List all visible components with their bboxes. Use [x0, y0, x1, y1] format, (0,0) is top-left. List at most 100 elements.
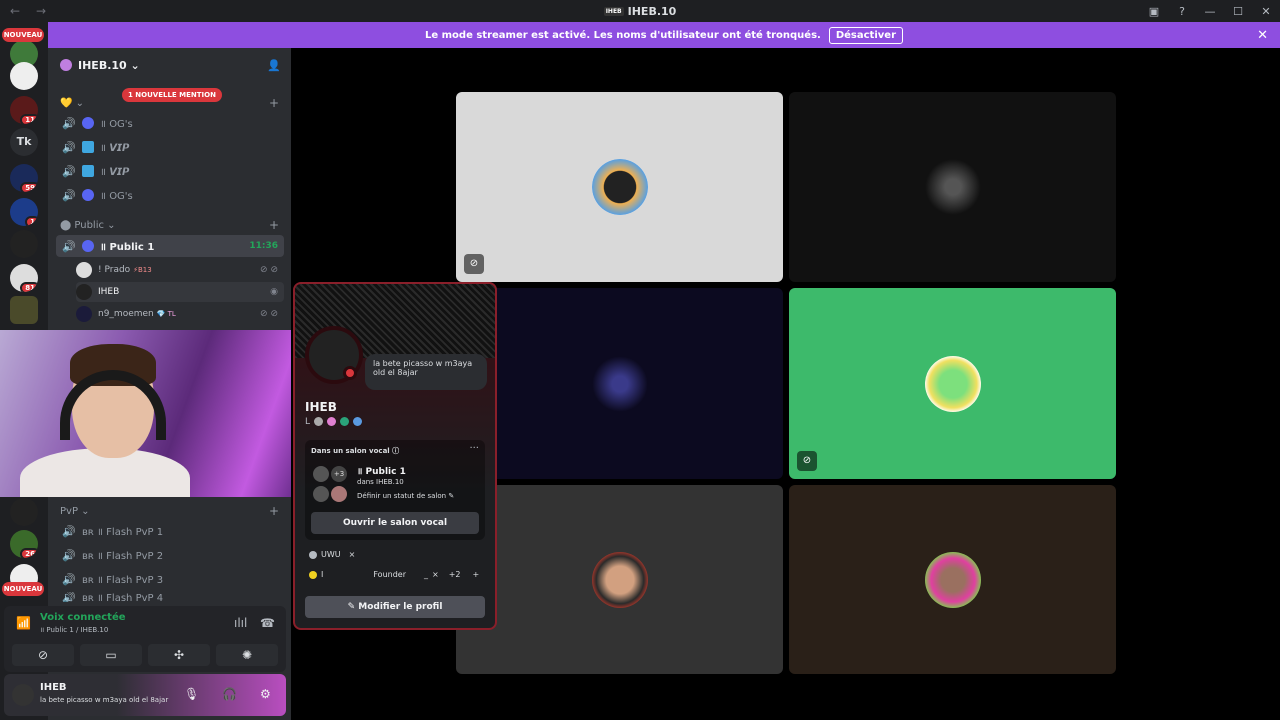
title-bar: ← → IHEB IHEB.10 ▣ ? — ☐ ✕ [0, 0, 1280, 22]
inbox-icon[interactable]: ▣ [1140, 5, 1168, 18]
speaker-icon: 🔊 [62, 188, 76, 202]
badge-icon[interactable] [314, 417, 324, 426]
server-icon-tk[interactable]: Tk [10, 128, 38, 156]
channel-label: ॥ OG's [100, 191, 133, 202]
custom-status-bubble: la bete picasso w m3aya old el 8ajar [365, 354, 487, 390]
close-banner-icon[interactable]: ✕ [1257, 28, 1268, 43]
participant-avatar [924, 159, 981, 215]
voice-status-channel[interactable]: ॥ Public 1 / IHEB.10 [40, 626, 108, 635]
voice-channel[interactable]: 🔊 ॥ OG's [56, 112, 284, 134]
avatar [313, 466, 329, 482]
voice-user[interactable]: ! Prado ⚡B13 ⊘ ⊘ [76, 260, 284, 280]
unread-badge: 59 [20, 182, 38, 192]
participant-tile[interactable] [456, 485, 783, 674]
soundboard-icon[interactable]: ılıl [234, 616, 247, 630]
category-header[interactable]: PvP ⌄ [60, 506, 90, 517]
gear-icon[interactable]: ⚙ [260, 687, 271, 701]
dnd-status-icon [343, 366, 357, 380]
signal-icon[interactable]: 📶 [16, 616, 31, 630]
channel-emoji-icon [82, 189, 94, 201]
server-icon[interactable]: 26 [10, 530, 38, 558]
unread-badge: 1 [25, 216, 38, 226]
close-window-icon[interactable]: ✕ [1252, 5, 1280, 18]
screen-share-button[interactable]: ▭ [80, 644, 142, 666]
set-status-link[interactable]: Définir un statut de salon ✎ [357, 492, 454, 500]
voice-user-name: IHEB [98, 287, 120, 297]
more-icon[interactable]: ··· [469, 443, 479, 454]
status-icon: ◉ [270, 287, 278, 297]
channel-label: ॥ Public 1 [100, 242, 155, 253]
camera-off-icon: ⊘ [797, 451, 817, 471]
voice-activity-card: Dans un salon vocal ⓘ ··· +3 ॥ Public 1 … [305, 440, 485, 540]
voice-channel[interactable]: 🔊 ʙʀ ॥ Flash PvP 4 [56, 592, 284, 602]
add-channel-icon[interactable]: + [269, 504, 279, 518]
badge-icon[interactable] [340, 417, 350, 426]
invite-icon[interactable]: 👤 [267, 59, 281, 72]
voice-channel[interactable]: 🔊 ʙʀ ॥ Flash PvP 3 [56, 568, 284, 590]
server-icon[interactable] [10, 498, 38, 526]
disconnect-icon[interactable]: ☎ [260, 616, 275, 630]
new-mention-pill[interactable]: 1 NOUVELLE MENTION [122, 88, 222, 102]
server-icon[interactable] [10, 230, 38, 258]
guild-icon [60, 59, 72, 71]
avatar [76, 306, 92, 322]
disable-streamer-button[interactable]: Désactiver [828, 26, 903, 44]
camera-off-icon: ⊘ [464, 254, 484, 274]
participant-avatar [591, 355, 648, 412]
voice-status-title[interactable]: Voix connectée [40, 612, 126, 623]
participant-tile[interactable]: ⊘ [456, 92, 783, 282]
channel-label: ॥ 𝙑𝙄𝙋 [100, 167, 130, 178]
user-name: IHEB [40, 682, 67, 693]
participant-avatar [924, 355, 981, 412]
member-count: +3 [331, 466, 347, 482]
server-icon[interactable]: 59 [10, 164, 38, 192]
add-channel-icon[interactable]: + [269, 96, 279, 110]
voice-channel[interactable]: 🔊 ʙʀ ॥ Flash PvP 1 [56, 520, 284, 542]
voice-channel-active[interactable]: 🔊 ॥ Public 1 11:36 [56, 235, 284, 257]
avatar [76, 284, 92, 300]
server-icon[interactable]: 81 [10, 264, 38, 292]
maximize-icon[interactable]: ☐ [1224, 5, 1252, 18]
role-pill[interactable]: ⵏ Founder _ × +2 + [309, 570, 485, 579]
server-icon[interactable]: 1 [10, 198, 38, 226]
voice-channel[interactable]: 🔊 ॥ 𝙑𝙄𝙋 [56, 136, 284, 158]
minimize-icon[interactable]: — [1196, 5, 1224, 18]
participant-tile[interactable] [789, 92, 1116, 282]
participant-tile[interactable] [456, 288, 783, 479]
server-icon[interactable] [10, 296, 38, 324]
participant-tile-speaking[interactable]: ⊘ [789, 288, 1116, 479]
voice-user[interactable]: IHEB ◉ [76, 282, 284, 302]
voice-user[interactable]: n9_moemen 💎 TL ⊘ ⊘ [76, 304, 284, 324]
badge-icon[interactable] [353, 417, 363, 426]
server-icon[interactable] [10, 62, 38, 90]
channel-label: ॥ 𝙑𝙄𝙋 [100, 143, 130, 154]
headphones-icon[interactable]: 🎧 [222, 687, 237, 701]
server-icon[interactable]: 11 [10, 96, 38, 124]
participant-tile[interactable] [789, 485, 1116, 674]
category-header[interactable]: ⬤ Public ⌄ [60, 220, 116, 231]
avatar[interactable] [12, 684, 34, 706]
open-voice-channel-button[interactable]: Ouvrir le salon vocal [311, 512, 479, 534]
window-title: IHEB IHEB.10 [0, 5, 1280, 18]
voice-channel[interactable]: 🔊 ॥ OG's [56, 184, 284, 206]
add-channel-icon[interactable]: + [269, 218, 279, 232]
category-label: PvP ⌄ [60, 506, 90, 517]
badge-icon[interactable] [327, 417, 337, 426]
edit-profile-button[interactable]: ✎ Modifier le profil [305, 596, 485, 618]
voice-channel[interactable]: 🔊 ॥ 𝙑𝙄𝙋 [56, 160, 284, 182]
role-pill[interactable]: UWU × [309, 550, 355, 559]
voice-activity-label: Dans un salon vocal ⓘ [311, 447, 400, 455]
guild-name: IHEB.10 ⌄ [78, 58, 140, 72]
help-icon[interactable]: ? [1168, 5, 1196, 18]
soundboard-button[interactable]: ✺ [216, 644, 278, 666]
unread-badge: 26 [20, 548, 38, 558]
speaker-icon: 🔊 [62, 592, 76, 602]
camera-off-button[interactable]: ⊘ [12, 644, 74, 666]
user-panel: IHEB la bete picasso w m3aya old el 8aja… [4, 674, 286, 716]
voice-channel[interactable]: 🔊 ʙʀ ॥ Flash PvP 2 [56, 544, 284, 566]
category-header[interactable]: 💛 ⌄ [60, 98, 84, 109]
microphone-icon[interactable]: 🎙 [184, 687, 199, 701]
guild-header[interactable]: IHEB.10 ⌄ 👤 [48, 48, 291, 82]
activities-button[interactable]: ✣ [148, 644, 210, 666]
muted-icons: ⊘ ⊘ [260, 309, 278, 319]
